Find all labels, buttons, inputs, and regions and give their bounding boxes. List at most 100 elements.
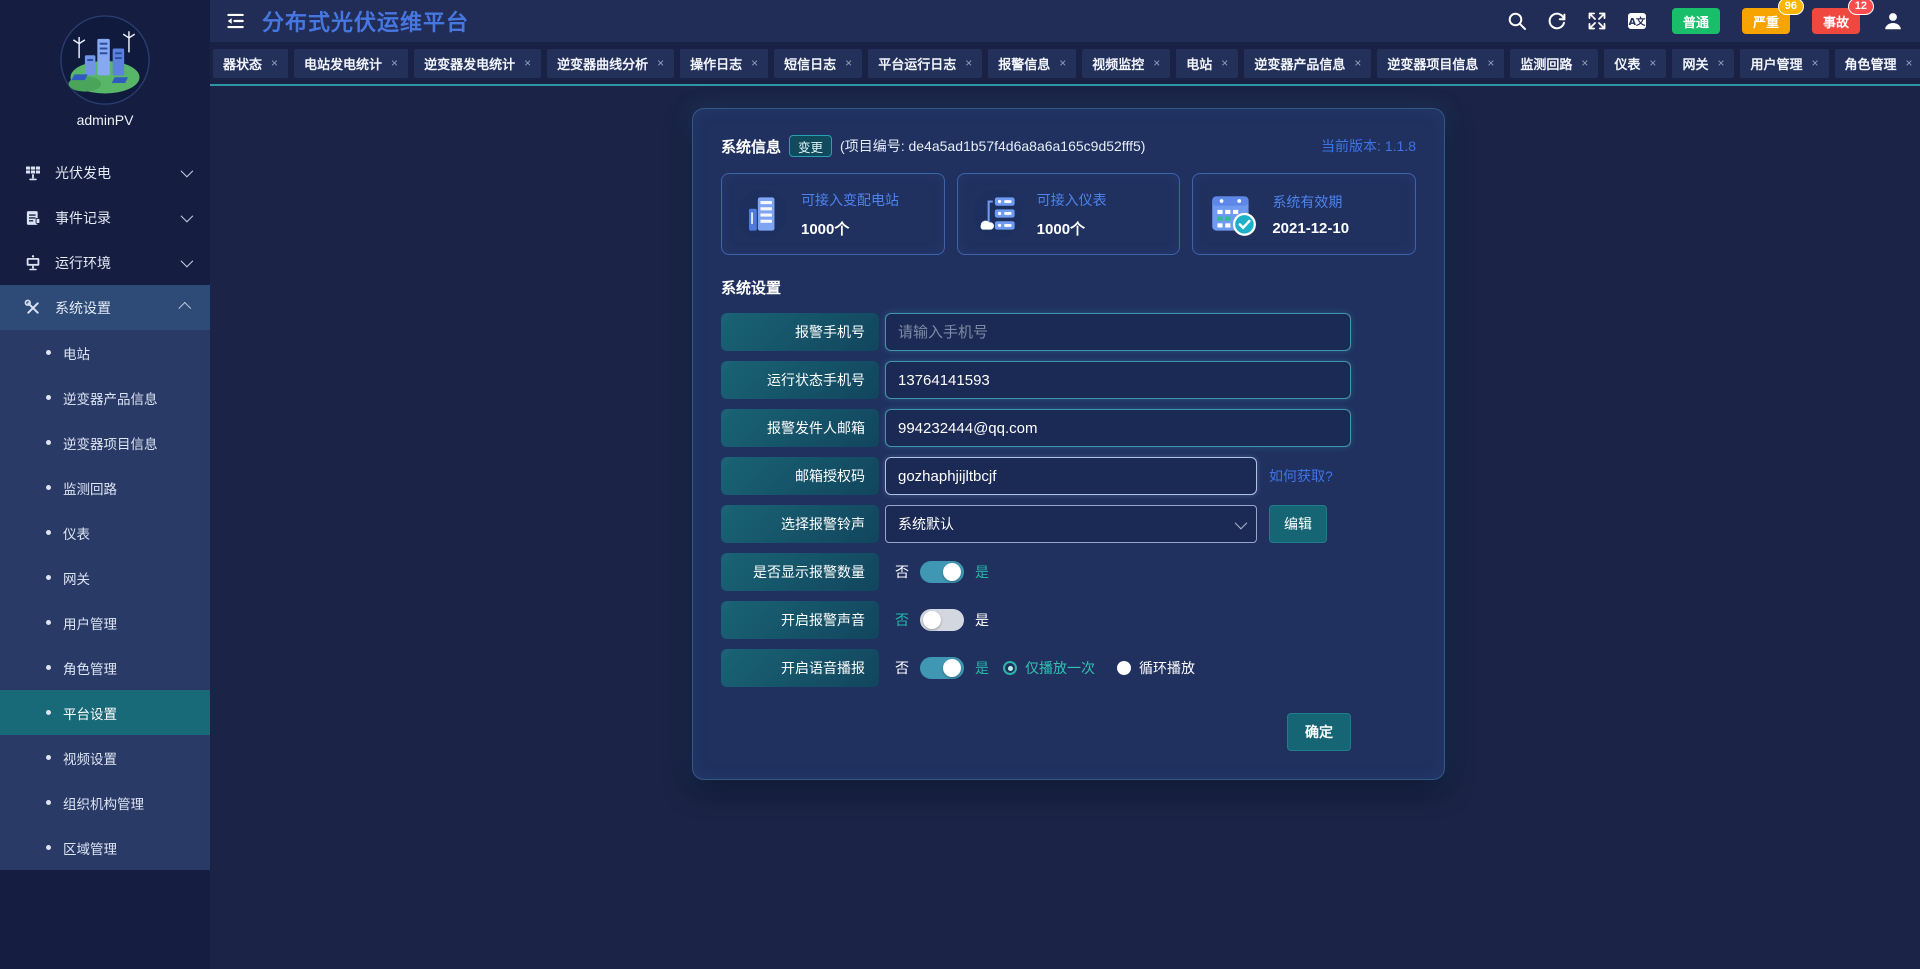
user-icon[interactable] <box>1882 10 1904 32</box>
sidebar-item-region-mgmt[interactable]: 区域管理 <box>0 825 210 870</box>
sidebar: adminPV 光伏发电 事件记录 运行环境 系统设置 <box>0 0 210 969</box>
tab[interactable]: 逆变器发电统计 <box>414 49 541 78</box>
toggle-knob <box>943 659 961 677</box>
alarm-severe-button[interactable]: 严重 96 <box>1742 8 1790 34</box>
alarm-sound-toggle[interactable] <box>920 609 964 631</box>
sender-email-input[interactable] <box>885 409 1351 447</box>
meter-cloud-icon <box>971 187 1025 241</box>
translate-icon[interactable]: A文 <box>1626 10 1648 32</box>
sidebar-menu: 光伏发电 事件记录 运行环境 系统设置 电站 <box>0 150 210 870</box>
radio-loop-play[interactable] <box>1117 661 1131 675</box>
close-icon[interactable] <box>1649 56 1656 70</box>
info-card: 系统有效期 2021-12-10 <box>1192 173 1416 255</box>
bullet-icon <box>46 350 51 355</box>
ringtone-select[interactable]: 系统默认 <box>885 505 1257 543</box>
chevron-down-icon <box>181 210 194 223</box>
tab[interactable]: 网关 <box>1672 49 1734 78</box>
tab[interactable]: 逆变器项目信息 <box>1377 49 1504 78</box>
search-icon[interactable] <box>1506 10 1528 32</box>
how-to-get-link[interactable]: 如何获取? <box>1269 466 1333 486</box>
close-icon[interactable] <box>1059 56 1066 70</box>
form-row-sender-email: 报警发件人邮箱 <box>721 409 1351 447</box>
bullet-icon <box>46 800 51 805</box>
sidebar-item-platform-settings[interactable]: 平台设置 <box>0 690 210 735</box>
radio-play-once[interactable] <box>1003 661 1017 675</box>
tab[interactable]: 短信日志 <box>774 49 862 78</box>
close-icon[interactable] <box>1811 56 1818 70</box>
solar-panel <box>24 164 42 182</box>
sidebar-item-pv-generation[interactable]: 光伏发电 <box>0 150 210 195</box>
sidebar-item-gateway[interactable]: 网关 <box>0 555 210 600</box>
close-icon[interactable] <box>965 56 972 70</box>
sidebar-item-event-records[interactable]: 事件记录 <box>0 195 210 240</box>
tab[interactable]: 用户管理 <box>1740 49 1828 78</box>
info-cards: 可接入变配电站 1000个 可接入仪表 1000个 系统有效期 2021-12-… <box>721 173 1416 255</box>
close-icon[interactable] <box>657 56 664 70</box>
field-label-show-alarm-count: 是否显示报警数量 <box>721 553 879 591</box>
close-icon[interactable] <box>271 56 278 70</box>
sidebar-item-meter[interactable]: 仪表 <box>0 510 210 555</box>
voice-broadcast-toggle[interactable] <box>920 657 964 679</box>
field-label-alarm-sound: 开启报警声音 <box>721 601 879 639</box>
close-icon[interactable] <box>524 56 531 70</box>
close-icon[interactable] <box>1487 56 1494 70</box>
sidebar-item-inverter-project-info[interactable]: 逆变器项目信息 <box>0 420 210 465</box>
collapse-menu-icon[interactable] <box>224 8 250 34</box>
ringtone-edit-button[interactable]: 编辑 <box>1269 505 1327 543</box>
tab[interactable]: 操作日志 <box>680 49 768 78</box>
show-alarm-count-toggle[interactable] <box>920 561 964 583</box>
tab[interactable]: 报警信息 <box>988 49 1076 78</box>
tab[interactable]: 逆变器产品信息 <box>1244 49 1371 78</box>
form-row-alarm-sound: 开启报警声音 否 是 <box>721 601 1351 639</box>
header-actions: A文 普通 严重 96 事故 12 <box>1506 8 1920 34</box>
tab[interactable]: 视频监控 <box>1082 49 1170 78</box>
card-value: 1000个 <box>801 218 899 239</box>
alarm-count-badge: 12 <box>1848 0 1874 15</box>
change-button[interactable]: 变更 <box>789 135 832 157</box>
refresh-icon[interactable] <box>1546 10 1568 32</box>
tab[interactable]: 平台运行日志 <box>868 49 982 78</box>
close-icon[interactable] <box>1717 56 1724 70</box>
tab[interactable]: 器状态 <box>213 49 288 78</box>
card-label: 系统有效期 <box>1272 192 1349 212</box>
tab[interactable]: 角色管理 <box>1835 49 1920 78</box>
sidebar-item-org-mgmt[interactable]: 组织机构管理 <box>0 780 210 825</box>
close-icon[interactable] <box>1153 56 1160 70</box>
alarm-accident-button[interactable]: 事故 12 <box>1812 8 1860 34</box>
confirm-button[interactable]: 确定 <box>1287 713 1351 751</box>
calendar-check-icon <box>1206 187 1260 241</box>
sidebar-item-system-settings[interactable]: 系统设置 <box>0 285 210 330</box>
close-icon[interactable] <box>751 56 758 70</box>
sidebar-item-inverter-product-info[interactable]: 逆变器产品信息 <box>0 375 210 420</box>
confirm-row: 确定 <box>721 713 1351 751</box>
bullet-icon <box>46 710 51 715</box>
close-icon[interactable] <box>391 56 398 70</box>
fullscreen-icon[interactable] <box>1586 10 1608 32</box>
sidebar-item-monitor-circuit[interactable]: 监测回路 <box>0 465 210 510</box>
tab[interactable]: 监测回路 <box>1510 49 1598 78</box>
sidebar-item-station[interactable]: 电站 <box>0 330 210 375</box>
card-value: 2021-12-10 <box>1272 220 1349 237</box>
form-row-ringtone: 选择报警铃声 系统默认 编辑 <box>721 505 1351 543</box>
project-number: (项目编号: de4a5ad1b57f4d6a8a6a165c9d52fff5) <box>840 136 1145 156</box>
close-icon[interactable] <box>1581 56 1588 70</box>
field-label-status-phone: 运行状态手机号 <box>721 361 879 399</box>
sidebar-item-user-mgmt[interactable]: 用户管理 <box>0 600 210 645</box>
tab[interactable]: 电站发电统计 <box>294 49 408 78</box>
status-phone-input[interactable] <box>885 361 1351 399</box>
bullet-icon <box>46 755 51 760</box>
sidebar-item-role-mgmt[interactable]: 角色管理 <box>0 645 210 690</box>
tab[interactable]: 仪表 <box>1604 49 1666 78</box>
sidebar-item-video-settings[interactable]: 视频设置 <box>0 735 210 780</box>
email-auth-input[interactable] <box>885 457 1257 495</box>
close-icon[interactable] <box>1906 56 1913 70</box>
close-icon[interactable] <box>1354 56 1361 70</box>
close-icon[interactable] <box>845 56 852 70</box>
alarm-normal-button[interactable]: 普通 <box>1672 8 1720 34</box>
tab[interactable]: 电站 <box>1176 49 1238 78</box>
bullet-icon <box>46 665 51 670</box>
alarm-phone-input[interactable] <box>885 313 1351 351</box>
close-icon[interactable] <box>1221 56 1228 70</box>
sidebar-item-runtime-env[interactable]: 运行环境 <box>0 240 210 285</box>
tab[interactable]: 逆变器曲线分析 <box>547 49 674 78</box>
